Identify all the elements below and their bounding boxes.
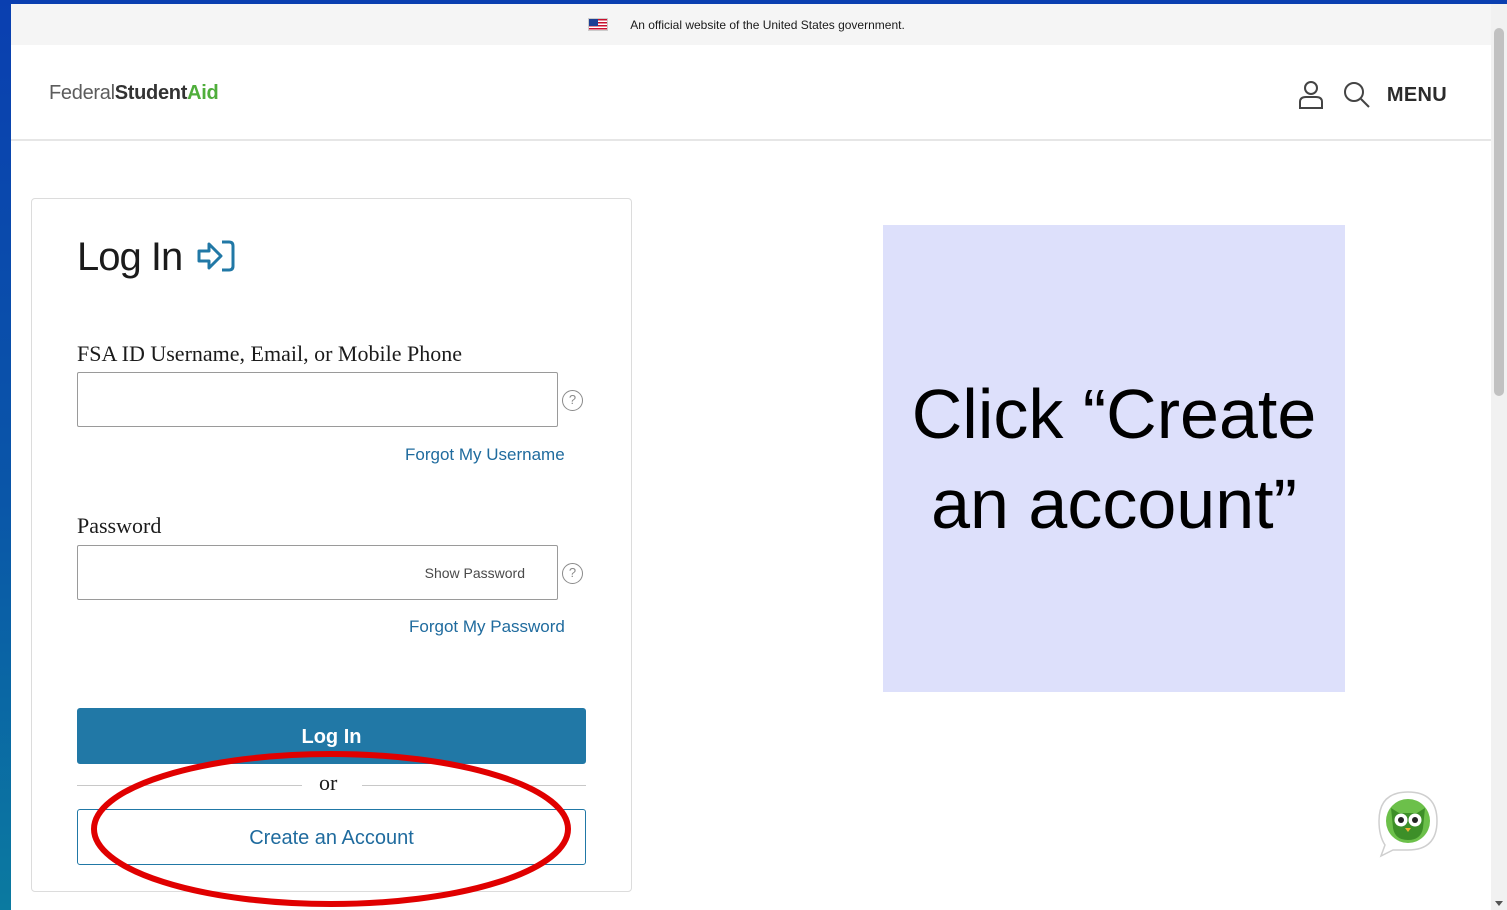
- us-flag-icon: [588, 18, 609, 31]
- or-text: or: [319, 770, 338, 795]
- header-actions: MENU: [1279, 79, 1447, 111]
- logo-aid: Aid: [187, 82, 219, 104]
- logo-federal: Federal: [49, 82, 115, 104]
- site-logo[interactable]: FederalStudentAid: [49, 82, 219, 105]
- scroll-down-arrow-icon[interactable]: [1495, 901, 1503, 906]
- username-input[interactable]: [77, 372, 558, 427]
- site-header: FederalStudentAid MENU: [11, 45, 1491, 141]
- menu-button[interactable]: MENU: [1387, 84, 1447, 107]
- user-icon[interactable]: [1297, 79, 1325, 111]
- gov-banner-text: An official website of the United States…: [630, 17, 905, 32]
- scroll-thumb[interactable]: [1494, 28, 1504, 396]
- show-password-toggle[interactable]: Show Password: [425, 565, 525, 581]
- password-help-icon[interactable]: ?: [562, 563, 583, 584]
- instruction-callout: Click “Create an account”: [883, 225, 1345, 692]
- password-label: Password: [77, 513, 162, 538]
- gov-banner: An official website of the United States…: [11, 4, 1491, 45]
- username-label: FSA ID Username, Email, or Mobile Phone: [77, 341, 462, 366]
- owl-chat-icon[interactable]: [1375, 788, 1441, 858]
- login-arrow-icon: [195, 237, 237, 275]
- vertical-scrollbar[interactable]: [1491, 4, 1507, 910]
- search-icon[interactable]: [1343, 79, 1371, 111]
- or-divider-right: [362, 785, 586, 786]
- forgot-password-link[interactable]: Forgot My Password: [409, 617, 565, 637]
- create-account-button[interactable]: Create an Account: [77, 809, 586, 865]
- callout-text: Click “Create an account”: [911, 374, 1317, 543]
- browser-window: An official website of the United States…: [11, 4, 1507, 910]
- password-field[interactable]: Show Password: [77, 545, 558, 600]
- login-button[interactable]: Log In: [77, 708, 586, 764]
- login-card: Log In FSA ID Username, Email, or Mobile…: [31, 198, 632, 892]
- logo-student: Student: [114, 82, 188, 104]
- username-help-icon[interactable]: ?: [562, 390, 583, 411]
- login-title: Log In: [77, 235, 183, 279]
- forgot-username-link[interactable]: Forgot My Username: [405, 445, 565, 465]
- or-divider-left: [77, 785, 302, 786]
